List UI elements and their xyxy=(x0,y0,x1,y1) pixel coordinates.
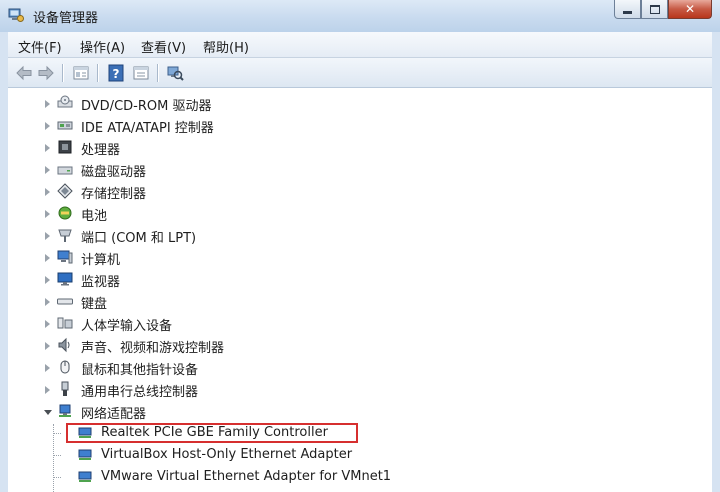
expand-arrow-icon[interactable] xyxy=(45,188,50,196)
disk-drive-icon xyxy=(57,166,73,175)
tree-node-label: 网络适配器 xyxy=(81,407,147,422)
tree-node-label: DVD/CD-ROM 驱动器 xyxy=(81,99,212,114)
minimize-icon xyxy=(623,10,632,14)
window-controls: ✕ xyxy=(614,0,712,19)
window-title: 设备管理器 xyxy=(33,11,99,26)
menu-action[interactable]: 操作(A) xyxy=(80,37,125,56)
expand-arrow-icon[interactable] xyxy=(45,210,50,218)
sound-icon xyxy=(58,337,70,353)
expand-arrow-icon[interactable] xyxy=(45,276,50,284)
help-icon[interactable]: ? xyxy=(107,64,125,82)
selection-highlight-box xyxy=(66,423,358,443)
tree-node-label: 端口 (COM 和 LPT) xyxy=(81,231,197,246)
tree-node-virtualbox[interactable]: VirtualBox Host-Only Ethernet Adapter xyxy=(8,444,712,466)
hid-icon xyxy=(57,317,73,329)
tree-node-label: 计算机 xyxy=(81,253,121,268)
tree-node-label: VMware Virtual Ethernet Adapter for VMne… xyxy=(101,469,392,484)
expand-arrow-icon[interactable] xyxy=(45,364,50,372)
expand-arrow-icon[interactable] xyxy=(45,386,50,394)
tree-node-storage[interactable]: 存储控制器 xyxy=(8,180,712,202)
tree-node-battery[interactable]: 电池 xyxy=(8,202,712,224)
tree-node-hid[interactable]: 人体学输入设备 xyxy=(8,312,712,334)
toolbar-separator xyxy=(157,64,158,82)
tree-node-usb[interactable]: 通用串行总线控制器 xyxy=(8,378,712,400)
tree-node-dvd[interactable]: DVD/CD-ROM 驱动器 xyxy=(8,92,712,114)
toolbar: ? xyxy=(8,58,712,88)
menu-help[interactable]: 帮助(H) xyxy=(203,37,249,56)
port-icon xyxy=(58,229,72,242)
maximize-icon xyxy=(649,4,660,14)
expand-arrow-icon[interactable] xyxy=(45,232,50,240)
toolbar-separator xyxy=(62,64,63,82)
tree-node-label: 鼠标和其他指针设备 xyxy=(81,363,199,378)
tree-node-ide[interactable]: IDE ATA/ATAPI 控制器 xyxy=(8,114,712,136)
network-card-icon xyxy=(78,471,92,482)
toolbar-separator xyxy=(97,64,98,82)
menu-bar: 文件(F) 操作(A) 查看(V) 帮助(H) xyxy=(8,32,712,58)
expand-arrow-icon[interactable] xyxy=(45,254,50,262)
mouse-icon xyxy=(60,360,70,374)
tree-connector xyxy=(54,455,61,457)
keyboard-icon xyxy=(57,298,73,305)
scan-hardware-icon[interactable] xyxy=(166,64,184,82)
tree-node-label: 通用串行总线控制器 xyxy=(81,385,199,400)
network-adapter-icon xyxy=(59,404,71,417)
expand-arrow-icon[interactable] xyxy=(45,320,50,328)
tree-node-disk[interactable]: 磁盘驱动器 xyxy=(8,158,712,180)
close-icon: ✕ xyxy=(684,2,696,16)
menu-file[interactable]: 文件(F) xyxy=(18,37,62,56)
tree-node-mouse[interactable]: 鼠标和其他指针设备 xyxy=(8,356,712,378)
tree-node-label: 磁盘驱动器 xyxy=(81,165,147,180)
tree-node-label: 存储控制器 xyxy=(81,187,147,202)
storage-controller-icon xyxy=(57,183,73,199)
tree-node-label: 电池 xyxy=(81,209,108,224)
expand-arrow-icon[interactable] xyxy=(45,100,50,108)
maximize-button[interactable] xyxy=(641,0,668,19)
computer-icon xyxy=(57,250,73,264)
tree-connector xyxy=(54,433,61,435)
expand-arrow-icon[interactable] xyxy=(45,144,50,152)
network-card-icon xyxy=(78,449,92,460)
tree-node-keyboard[interactable]: 键盘 xyxy=(8,290,712,312)
tree-node-ports[interactable]: 端口 (COM 和 LPT) xyxy=(8,224,712,246)
tree-node-vmware[interactable]: VMware Virtual Ethernet Adapter for VMne… xyxy=(8,466,712,488)
tree-connector xyxy=(54,477,61,479)
minimize-button[interactable] xyxy=(614,0,641,19)
tree-node-label: 监视器 xyxy=(81,275,121,290)
battery-icon xyxy=(58,206,72,220)
title-bar[interactable]: 设备管理器 ✕ xyxy=(0,0,720,32)
tree-node-label: 处理器 xyxy=(81,143,121,158)
device-manager-icon xyxy=(8,8,24,22)
svg-text:?: ? xyxy=(113,67,120,81)
properties-icon[interactable] xyxy=(72,64,90,82)
processor-icon xyxy=(58,140,72,154)
tree-node-label: 键盘 xyxy=(81,297,108,312)
tree-node-network[interactable]: 网络适配器 xyxy=(8,400,712,422)
collapse-arrow-icon[interactable] xyxy=(44,410,52,415)
tree-node-monitor[interactable]: 监视器 xyxy=(8,268,712,290)
show-hidden-icon[interactable] xyxy=(132,64,150,82)
device-tree[interactable]: DVD/CD-ROM 驱动器 IDE ATA/ATAPI 控制器 处理器 磁盘驱… xyxy=(8,88,712,492)
tree-node-processor[interactable]: 处理器 xyxy=(8,136,712,158)
tree-node-label: IDE ATA/ATAPI 控制器 xyxy=(81,121,214,136)
usb-icon xyxy=(61,381,69,396)
ide-controller-icon xyxy=(57,121,73,130)
dvd-drive-icon xyxy=(57,95,73,108)
menu-view[interactable]: 查看(V) xyxy=(141,37,186,56)
close-button[interactable]: ✕ xyxy=(668,0,712,19)
back-icon[interactable] xyxy=(15,64,33,82)
expand-arrow-icon[interactable] xyxy=(45,122,50,130)
forward-icon[interactable] xyxy=(37,64,55,82)
tree-node-sound[interactable]: 声音、视频和游戏控制器 xyxy=(8,334,712,356)
tree-node-label: VirtualBox Host-Only Ethernet Adapter xyxy=(101,447,353,462)
tree-node-computer[interactable]: 计算机 xyxy=(8,246,712,268)
expand-arrow-icon[interactable] xyxy=(45,342,50,350)
tree-node-label: 声音、视频和游戏控制器 xyxy=(81,341,225,356)
monitor-icon xyxy=(57,272,73,286)
expand-arrow-icon[interactable] xyxy=(45,166,50,174)
tree-node-label: 人体学输入设备 xyxy=(81,319,173,334)
expand-arrow-icon[interactable] xyxy=(45,298,50,306)
